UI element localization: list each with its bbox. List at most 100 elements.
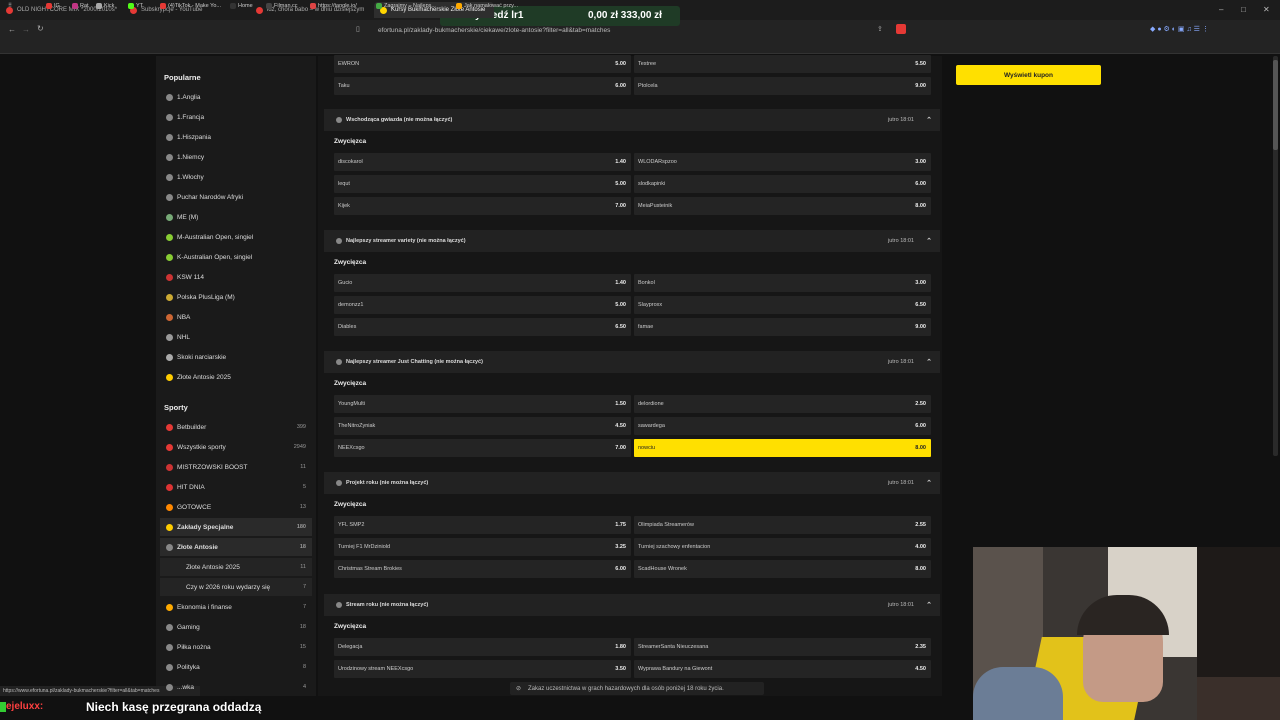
bookmark-6[interactable]: Filman.cc [266,3,298,9]
odd-button[interactable]: slodkapinki 6.00 [634,175,931,193]
odd-button[interactable]: ScadHouse Wronek 8.00 [634,560,931,578]
sidebar-item-popular[interactable]: M-Australian Open, singiel [160,228,312,246]
odd-button[interactable]: sawardega 6.00 [634,417,931,435]
odd-button[interactable]: YFL SMP2 1.75 [334,516,631,534]
odd-button[interactable]: Slayproxx 6.50 [634,296,931,314]
odd-button[interactable]: TheNitroZyniak 4.50 [334,417,631,435]
sidebar-item-sport[interactable]: Polityka 8 [160,658,312,676]
chevron-up-icon[interactable]: ⌃ [926,116,932,124]
sidebar-item-sport[interactable]: Złote Antosie 2025 11 [160,558,312,576]
sidebar-item-popular[interactable]: Polska PlusLiga (M) [160,288,312,306]
reload-icon[interactable]: ↻ [37,24,44,33]
bookmark-9[interactable]: Jak namalować przy... [456,3,518,9]
odd-button[interactable]: famae 9.00 [634,318,931,336]
bookmark-icon[interactable]: ▯ [356,25,360,33]
sidebar-item-popular[interactable]: Złote Antosie 2025 [160,368,312,386]
odd-button[interactable]: lequt 5.00 [334,175,631,193]
sidebar-item-popular[interactable]: 1.Anglia [160,88,312,106]
odd-button[interactable]: Urodzinowy stream NEEXcsgo 3.50 [334,660,631,678]
odd-button[interactable]: Diables 6.50 [334,318,631,336]
sidebar-item-count: 399 [296,424,306,430]
odd-button[interactable]: Olimpiada Streamerów 2.55 [634,516,931,534]
odd-button[interactable]: Christmas Stream Brokies 6.00 [334,560,631,578]
sidebar-item-popular[interactable]: 1.Włochy [160,168,312,186]
bookmark-0[interactable]: IG [46,3,60,9]
forward-icon[interactable]: → [22,25,30,34]
sidebar-item-popular[interactable]: ME (M) [160,208,312,226]
chevron-up-icon[interactable]: ⌃ [926,479,932,487]
sidebar-item-sport[interactable]: GOTOWCE 13 [160,498,312,516]
share-icon[interactable]: ⇪ [877,25,883,33]
odd-button[interactable]: Turniej szachowy enfentacion 4.00 [634,538,931,556]
tennis-icon [166,253,173,261]
sidebar-item-sport[interactable]: ...wka 4 [160,678,312,696]
sidebar-item-sport[interactable]: MISTRZOWSKI BOOST 11 [160,458,312,476]
sidebar-item-sport[interactable]: Złote Antosie 18 [160,538,312,556]
bookmark-4[interactable]: (4)TikTok - Make Yo... [160,3,221,9]
market-header[interactable]: Najlepszy streamer Just Chatting (nie mo… [324,351,940,373]
sidebar-item-sport[interactable]: Betbuilder 399 [160,418,312,436]
sidebar-item-sport[interactable]: HIT DNIA 5 [160,478,312,496]
odd-button[interactable]: Testree 5.50 [634,55,931,73]
sidebar-item-label: 1.Francja [177,113,205,121]
chevron-up-icon[interactable]: ⌃ [926,358,932,366]
sidebar-item-popular[interactable]: NHL [160,328,312,346]
odd-button[interactable]: Bonkol 3.00 [634,274,931,292]
market-header[interactable]: Projekt roku (nie można łączyć) jutro 18:… [324,472,940,494]
bookmark-7[interactable]: https://tangle.io/ [310,3,357,9]
apps-icon[interactable]: ⠿ [8,3,12,9]
market-header[interactable]: Najlepszy streamer variety (nie można łą… [324,230,940,252]
sidebar-item-popular[interactable]: K-Australian Open, singiel [160,248,312,266]
sidebar-item-popular[interactable]: 1.Francja [160,108,312,126]
odd-button[interactable]: Kijek 7.00 [334,197,631,215]
minimize-button[interactable]: – [1219,5,1223,14]
sidebar-item-label: ...wka [177,683,194,691]
odd-button[interactable]: Taku 6.00 [334,77,631,95]
odd-button[interactable]: Delegacja 1.80 [334,638,631,656]
back-icon[interactable]: ← [8,25,16,34]
odd-button[interactable]: discokarol 1.40 [334,153,631,171]
sidebar-item-popular[interactable]: NBA [160,308,312,326]
sidebar-item-popular[interactable]: KSW 114 [160,268,312,286]
odd-button[interactable]: nowciu 8.00 [634,439,931,457]
sidebar-item-popular[interactable]: 1.Niemcy [160,148,312,166]
odd-button[interactable]: NEEXcsgo 7.00 [334,439,631,457]
sidebar-item-sport[interactable]: Gaming 18 [160,618,312,636]
sidebar-item-sport[interactable]: Czy w 2026 roku wydarzy się 7 [160,578,312,596]
webcam-background [1197,547,1280,720]
market-header[interactable]: Wschodząca gwiazda (nie można łączyć) jut… [324,109,940,131]
odd-button[interactable]: delordione 2.50 [634,395,931,413]
odd-button[interactable]: Turniej F1 MrDziniold 3.25 [334,538,631,556]
bookmark-2[interactable]: Kick [96,3,114,9]
sidebar-item-sport[interactable]: Piłka nożna 15 [160,638,312,656]
sidebar-item-popular[interactable]: 1.Hiszpania [160,128,312,146]
close-window-button[interactable]: ✕ [1263,5,1270,14]
chevron-up-icon[interactable]: ⌃ [926,601,932,609]
odd-button[interactable]: Gucio 1.40 [334,274,631,292]
chevron-up-icon[interactable]: ⌃ [926,237,932,245]
odd-button[interactable]: Wyprawa Bandury na Giewont 4.50 [634,660,931,678]
odd-button[interactable]: demonzz1 5.00 [334,296,631,314]
sidebar-item-sport[interactable]: Wszystkie sporty 2949 [160,438,312,456]
odd-button[interactable]: WLODARspzoo 3.00 [634,153,931,171]
odd-button[interactable]: YoungMulti 1.50 [334,395,631,413]
extension-icon[interactable]: ◆ ● ⚙ ◐ ▣ ♫ ☰ ⋮ [1150,25,1209,33]
maximize-button[interactable]: □ [1241,5,1246,14]
bookmark-5[interactable]: Home [230,3,253,9]
sidebar-item-sport[interactable]: Zakłady Specjalne 180 [160,518,312,536]
brave-shield-icon[interactable] [896,24,906,34]
odd-button[interactable]: EWRON 5.00 [334,55,631,73]
show-coupon-button[interactable]: Wyświetl kupon [956,65,1101,85]
category-icon [166,523,173,531]
sidebar-item-sport[interactable]: Ekonomia i finanse 7 [160,598,312,616]
sidebar-item-popular[interactable]: Puchar Narodów Afryki [160,188,312,206]
bookmark-1[interactable]: Rat [72,3,89,9]
market-header[interactable]: Stream roku (nie można łączyć) jutro 18:0… [324,594,940,616]
odd-button[interactable]: MeiaPusteinik 8.00 [634,197,931,215]
odd-button[interactable]: StreamerSanta Nieuczesana 2.35 [634,638,931,656]
odd-button[interactable]: Ptolcela 9.00 [634,77,931,95]
scrollbar-thumb[interactable] [1273,60,1278,150]
bookmark-8[interactable]: Zagrajmy – Najleps... [376,3,436,9]
bookmark-3[interactable]: YT [128,3,143,9]
sidebar-item-popular[interactable]: Skoki narciarskie [160,348,312,366]
